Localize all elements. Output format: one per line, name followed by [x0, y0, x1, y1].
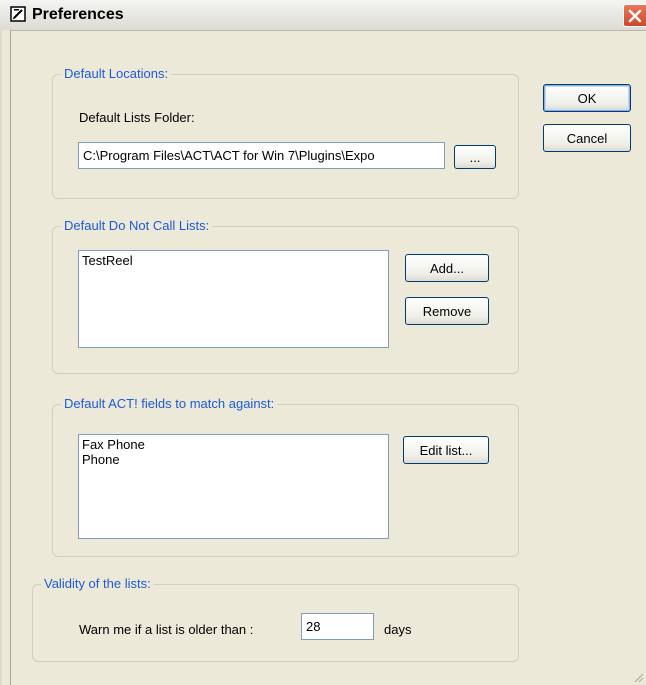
cancel-button[interactable]: Cancel	[543, 124, 631, 152]
default-lists-folder-input[interactable]: C:\Program Files\ACT\ACT for Win 7\Plugi…	[78, 142, 445, 169]
default-locations-legend: Default Locations:	[61, 66, 172, 81]
do-not-call-list[interactable]: TestReel	[78, 250, 389, 348]
browse-folder-button[interactable]: ...	[454, 145, 496, 169]
list-item[interactable]: TestReel	[82, 253, 385, 268]
list-item[interactable]: Phone	[82, 452, 385, 467]
window-frame-left	[0, 30, 11, 685]
default-locations-group: Default Locations:	[52, 66, 519, 199]
match-fields-legend: Default ACT! fields to match against:	[61, 396, 278, 411]
document-edit-icon	[10, 6, 26, 22]
title-bar[interactable]: Preferences	[0, 0, 646, 31]
days-unit-label: days	[384, 622, 412, 637]
days-input[interactable]: 28	[301, 613, 374, 640]
match-fields-list[interactable]: Fax Phone Phone	[78, 434, 389, 539]
add-list-button[interactable]: Add...	[405, 254, 489, 282]
window-title: Preferences	[32, 6, 124, 23]
ok-button[interactable]: OK	[543, 84, 631, 112]
do-not-call-legend: Default Do Not Call Lists:	[61, 218, 213, 233]
warn-older-than-label: Warn me if a list is older than :	[79, 622, 254, 637]
remove-list-button[interactable]: Remove	[405, 297, 489, 325]
resize-grip-icon[interactable]	[632, 671, 644, 683]
default-lists-folder-label: Default Lists Folder:	[79, 110, 195, 125]
edit-list-button[interactable]: Edit list...	[403, 436, 489, 464]
close-button[interactable]	[623, 4, 646, 27]
validity-legend: Validity of the lists:	[41, 576, 154, 591]
close-icon	[628, 9, 642, 23]
list-item[interactable]: Fax Phone	[82, 437, 385, 452]
